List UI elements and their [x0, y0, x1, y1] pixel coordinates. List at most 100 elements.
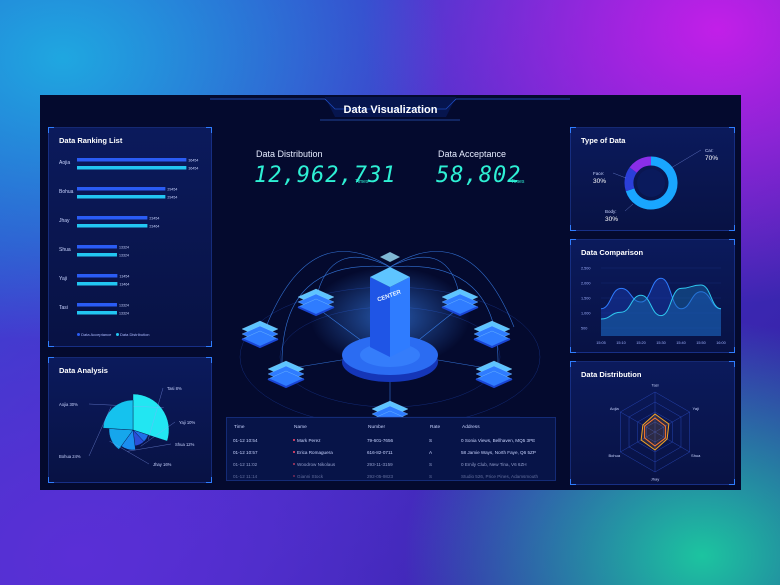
- cell-number: 293-11-3159: [367, 461, 393, 467]
- radar-axis-label: Aojia: [610, 406, 620, 411]
- radar-panel: Data Distribution Tasi Yaji Shua Jhay Bohua A…: [570, 361, 735, 485]
- table-header-row: Time Name Number Rate Address: [233, 420, 551, 434]
- cell-time: 01-12 11:14: [233, 473, 258, 479]
- donut-leader-line: [612, 172, 627, 179]
- type-panel: Type of Data Car: 70% Face: 30% Body: 30%: [570, 127, 735, 231]
- cell-rate: A: [429, 449, 433, 455]
- cell-address: 0 Emily Club, New Tina, V6 6ZH: [461, 461, 527, 467]
- table-row[interactable]: 01-12 11:14 Gianni Stock 292-05-9823 S Studi…: [233, 470, 551, 482]
- network-illustration: CENTER: [239, 251, 541, 429]
- pie-slice-label: Shua 12%: [175, 442, 195, 447]
- name-text: Mark Perez: [297, 437, 321, 443]
- ranking-bar-distribution: [77, 253, 117, 257]
- radar-axis-label: Tasi: [651, 383, 658, 388]
- ranking-value-label: 29454: [167, 188, 177, 192]
- y-tick-label: 2,500: [581, 267, 591, 271]
- y-tick-label: 1,000: [581, 312, 591, 316]
- radar-axis-label: Shua: [691, 453, 701, 458]
- donut-hole: [637, 169, 665, 197]
- ranking-bar-acceptance: [77, 187, 166, 191]
- table-row[interactable]: 01-12 11:02 Woodrow Nikolaus 293-11-3159 S 0…: [233, 458, 551, 470]
- donut-segment-label: Face:: [593, 171, 604, 176]
- name-dot: [293, 463, 295, 466]
- ranking-category-label: Tasi: [59, 305, 68, 311]
- donut-segment-label: Body:: [605, 209, 617, 214]
- cell-address: 0 Sonia Views, Bellhaven, MQ5 3PE: [461, 437, 536, 443]
- x-tick-label: 15:40: [676, 341, 686, 345]
- distribution-label: Data Distribution: [256, 149, 323, 159]
- name-text: Erica Romaguera: [297, 449, 333, 455]
- ranking-bar-distribution: [77, 224, 148, 228]
- pie-slice-label: Bohua 24%: [59, 454, 81, 459]
- col-name: Name: [294, 424, 307, 430]
- x-tick-label: 15:05: [596, 341, 606, 345]
- acceptance-value: 58,802: [436, 163, 522, 188]
- y-tick-label: 1,500: [581, 297, 591, 301]
- x-tick-label: 15:20: [636, 341, 646, 345]
- col-address: Address: [462, 424, 480, 430]
- name-dot: [293, 439, 295, 442]
- col-number: Number: [368, 424, 386, 430]
- ranking-category-label: Jhay: [59, 218, 70, 224]
- distribution-unit: Times: [355, 179, 369, 185]
- ranking-chart: Aojia 36454 36454 Bohua 29454 29454 Jhay 23454 2…: [59, 158, 198, 316]
- name-dot: [293, 475, 295, 478]
- ranking-value-label: 36454: [188, 159, 198, 163]
- ranking-legend: Data Acceptance Data Distribution: [77, 332, 150, 337]
- ranking-bar-acceptance: [77, 245, 117, 249]
- page-title: Data Visualization: [343, 104, 438, 116]
- ranking-value-label: 23454: [149, 217, 159, 221]
- analysis-pie-chart: Aojia 30% Tasi 8% Yaji 10% Shua 12% Jhay 16%…: [59, 386, 195, 467]
- cell-address: Studio 526, Price Pines, Adamsmouth: [461, 473, 539, 479]
- pie-slice: [102, 399, 134, 431]
- distribution-value: 12,962,731: [254, 163, 397, 188]
- ranking-bar-acceptance: [77, 216, 148, 220]
- comparison-area-chart: 2,500 2,000 1,500 1,000 500 15:05 15:10 15:20 15…: [581, 267, 726, 346]
- radar-axis-label: Bohua: [609, 453, 621, 458]
- cell-number: 79-601-7656: [367, 437, 394, 443]
- ranking-bar-acceptance: [77, 303, 117, 307]
- ranking-value-label: 13324: [119, 304, 129, 308]
- ranking-bar-distribution: [77, 311, 117, 315]
- x-tick-label: 15:50: [696, 341, 706, 345]
- records-table-panel: Time Name Number Rate Address 01-12 10:5…: [226, 417, 556, 481]
- col-time: Time: [234, 424, 245, 430]
- center-area: Data Distribution 12,962,731 Times Data …: [220, 127, 560, 485]
- ranking-category-label: Yaji: [59, 276, 67, 282]
- legend-distribution-dot: [115, 333, 119, 336]
- y-tick-label: 500: [581, 327, 587, 331]
- radar-axis-label: Jhay: [651, 477, 659, 482]
- cell-number: 292-05-9823: [367, 473, 394, 479]
- acceptance-label: Data Acceptance: [438, 149, 507, 159]
- table-row[interactable]: 01-12 10:57 Erica Romaguera 616-82-0711 A 58…: [233, 446, 551, 458]
- cell-time: 01-12 11:02: [233, 461, 258, 467]
- ranking-category-label: Bohua: [59, 189, 74, 195]
- ranking-value-label: 13324: [119, 246, 129, 250]
- cell-time: 01-12 10:54: [233, 437, 258, 443]
- ranking-value-label: 13324: [119, 312, 129, 316]
- donut-segment-label: Car:: [705, 148, 714, 153]
- x-tick-label: 15:30: [656, 341, 666, 345]
- records-table: Time Name Number Rate Address 01-12 10:5…: [233, 420, 551, 482]
- ranking-bar-distribution: [77, 282, 118, 286]
- ranking-bar-acceptance: [77, 158, 187, 162]
- ranking-value-label: 13454: [119, 275, 129, 279]
- ranking-bar-distribution: [77, 166, 187, 170]
- distribution-radar-chart: Tasi Yaji Shua Jhay Bohua Aojia: [609, 383, 702, 482]
- radar-axis-label: Yaji: [693, 406, 699, 411]
- comparison-panel: Data Comparison 2,500 2,000 1,500 1,000 500 1…: [570, 239, 735, 353]
- cell-name: Woodrow Nikolaus: [293, 458, 367, 470]
- table-row[interactable]: 01-12 10:54 Mark Perez 79-601-7656 S 0 Sonia…: [233, 434, 551, 446]
- ranking-bar-distribution: [77, 195, 166, 199]
- cell-address: 58 Jamie Ways, North Faye, Q6 5ZP: [461, 449, 536, 455]
- ranking-value-label: 13464: [119, 283, 129, 287]
- type-donut-chart: Car: 70% Face: 30% Body: 30%: [593, 148, 718, 223]
- col-rate: Rate: [430, 424, 441, 430]
- pie-leader-line: [88, 406, 112, 457]
- ranking-value-label: 23464: [149, 225, 159, 229]
- ranking-category-label: Aojia: [59, 160, 70, 166]
- donut-segment-pct: 30%: [593, 178, 606, 185]
- dashboard: Data Visualization Data Ranking List Aoj…: [40, 95, 741, 490]
- ranking-value-label: 13324: [119, 254, 129, 258]
- name-dot: [293, 451, 295, 454]
